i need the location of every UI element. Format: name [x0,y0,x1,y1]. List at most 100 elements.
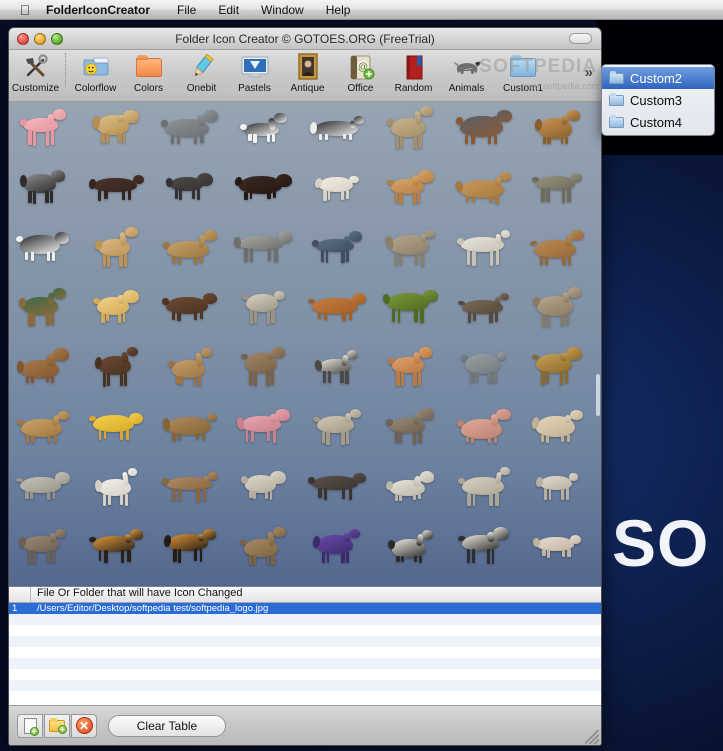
icon-grid-cell[interactable] [11,343,85,403]
icon-grid-cell[interactable] [158,283,232,343]
menu-item-app-name[interactable]: FolderIconCreator [38,3,166,17]
icon-grid-cell[interactable] [232,403,306,463]
menu-item-edit[interactable]: Edit [207,3,250,17]
icon-grid-cell[interactable] [305,343,379,403]
table-row[interactable]: 1/Users/Editor/Desktop/softpedia test/so… [9,603,601,614]
icon-grid-cell[interactable] [232,463,306,523]
overflow-item-custom4[interactable]: Custom4 [602,111,714,133]
icon-grid-cell[interactable] [158,522,232,582]
icon-grid-cell[interactable] [11,283,85,343]
icon-grid-cell[interactable] [526,522,600,582]
toolbar-item-animals[interactable]: Animals [440,50,493,94]
icon-grid-cell[interactable] [11,104,85,164]
icon-grid-cell[interactable] [526,463,600,523]
toolbar-item-office[interactable]: @ Office [334,50,387,94]
toolbar-item-colors[interactable]: Colors [122,50,175,94]
toolbar-item-pastels[interactable]: Pastels [228,50,281,94]
icon-grid-cell[interactable] [526,283,600,343]
icon-grid-cell[interactable] [305,104,379,164]
toolbar-item-customize[interactable]: Customize [9,50,62,94]
icon-grid-cell[interactable] [379,522,453,582]
icon-grid-cell[interactable] [11,164,85,224]
icon-grid-cell[interactable] [11,463,85,523]
icon-grid-cell[interactable] [526,403,600,463]
toolbar-item-random[interactable]: Random [387,50,440,94]
toolbar-toggle-button[interactable] [569,33,592,44]
icon-grid-cell[interactable] [158,104,232,164]
icon-grid-cell[interactable] [305,522,379,582]
menu-item-file[interactable]: File [166,3,207,17]
add-folder-button[interactable]: + [44,713,70,738]
toolbar-item-onebit[interactable]: Onebit [175,50,228,94]
icon-grid-cell[interactable] [452,522,526,582]
icon-grid-cell[interactable] [379,104,453,164]
icon-grid-cell[interactable] [85,522,159,582]
overflow-item-custom3[interactable]: Custom3 [602,89,714,111]
icon-grid-cell[interactable] [11,522,85,582]
icon-grid-cell[interactable] [232,104,306,164]
icon-grid-cell[interactable] [379,403,453,463]
toolbar-item-custom1[interactable]: Custom1 [493,50,553,94]
icon-grid-cell[interactable] [158,224,232,284]
icon-grid-cell[interactable] [305,224,379,284]
icon-grid-cell[interactable] [526,224,600,284]
icon-grid-cell[interactable] [379,463,453,523]
icon-grid-cell[interactable] [452,463,526,523]
icon-grid-cell[interactable] [11,403,85,463]
icon-grid-cell[interactable] [452,403,526,463]
icon-grid-cell[interactable] [526,343,600,403]
icon-grid-cell[interactable] [232,164,306,224]
icon-grid-cell[interactable] [452,343,526,403]
icon-grid-cell[interactable] [232,343,306,403]
icon-grid-cell[interactable] [379,283,453,343]
minimize-button[interactable] [34,32,46,45]
remove-button[interactable]: ✕ [71,713,97,738]
icon-grid-cell[interactable] [85,104,159,164]
icon-grid-cell[interactable] [232,522,306,582]
icon-grid-cell[interactable] [232,224,306,284]
close-button[interactable] [17,32,29,45]
toolbar-overflow-chevron-icon[interactable]: » [585,64,593,81]
icon-grid-cell[interactable] [158,164,232,224]
icon-grid-cell[interactable] [85,463,159,523]
icon-grid-cell[interactable] [85,164,159,224]
table-row-empty[interactable] [9,680,601,691]
menu-item-help[interactable]: Help [315,3,362,17]
icon-grid-cell[interactable] [452,104,526,164]
icon-grid-cell[interactable] [305,283,379,343]
overflow-item-custom2[interactable]: Custom2 [602,67,714,89]
icon-grid-cell[interactable] [85,403,159,463]
icon-grid-cell[interactable] [158,463,232,523]
icon-grid-cell[interactable] [379,164,453,224]
icon-grid-cell[interactable] [526,104,600,164]
icon-grid-cell[interactable] [526,164,600,224]
icon-grid-cell[interactable] [85,283,159,343]
icon-grid-cell[interactable] [379,224,453,284]
icon-grid-scrollbar[interactable] [596,374,600,416]
window-titlebar[interactable]: Folder Icon Creator © GOTOES.ORG (FreeTr… [9,28,601,50]
zoom-button[interactable] [51,32,63,45]
window-resize-grip[interactable] [585,730,599,744]
table-row-empty[interactable] [9,614,601,625]
toolbar-item-colorflow[interactable]: Colorflow [69,50,122,94]
table-body[interactable]: 1/Users/Editor/Desktop/softpedia test/so… [9,603,601,705]
icon-grid-cell[interactable] [305,463,379,523]
table-row-empty[interactable] [9,647,601,658]
icon-grid-cell[interactable] [305,403,379,463]
icon-grid-cell[interactable] [379,343,453,403]
apple-logo-icon[interactable]:  [12,3,38,17]
table-row-empty[interactable] [9,625,601,636]
icon-grid-cell[interactable] [305,164,379,224]
toolbar-item-antique[interactable]: Antique [281,50,334,94]
icon-grid-cell[interactable] [452,224,526,284]
icon-grid-cell[interactable] [158,403,232,463]
icon-grid-cell[interactable] [232,283,306,343]
table-row-empty[interactable] [9,691,601,702]
menu-item-window[interactable]: Window [250,3,315,17]
icon-grid-cell[interactable] [158,343,232,403]
icon-grid-cell[interactable] [85,224,159,284]
clear-table-button[interactable]: Clear Table [108,714,226,737]
table-row-empty[interactable] [9,669,601,680]
icon-grid-cell[interactable] [452,283,526,343]
icon-grid-cell[interactable] [11,224,85,284]
